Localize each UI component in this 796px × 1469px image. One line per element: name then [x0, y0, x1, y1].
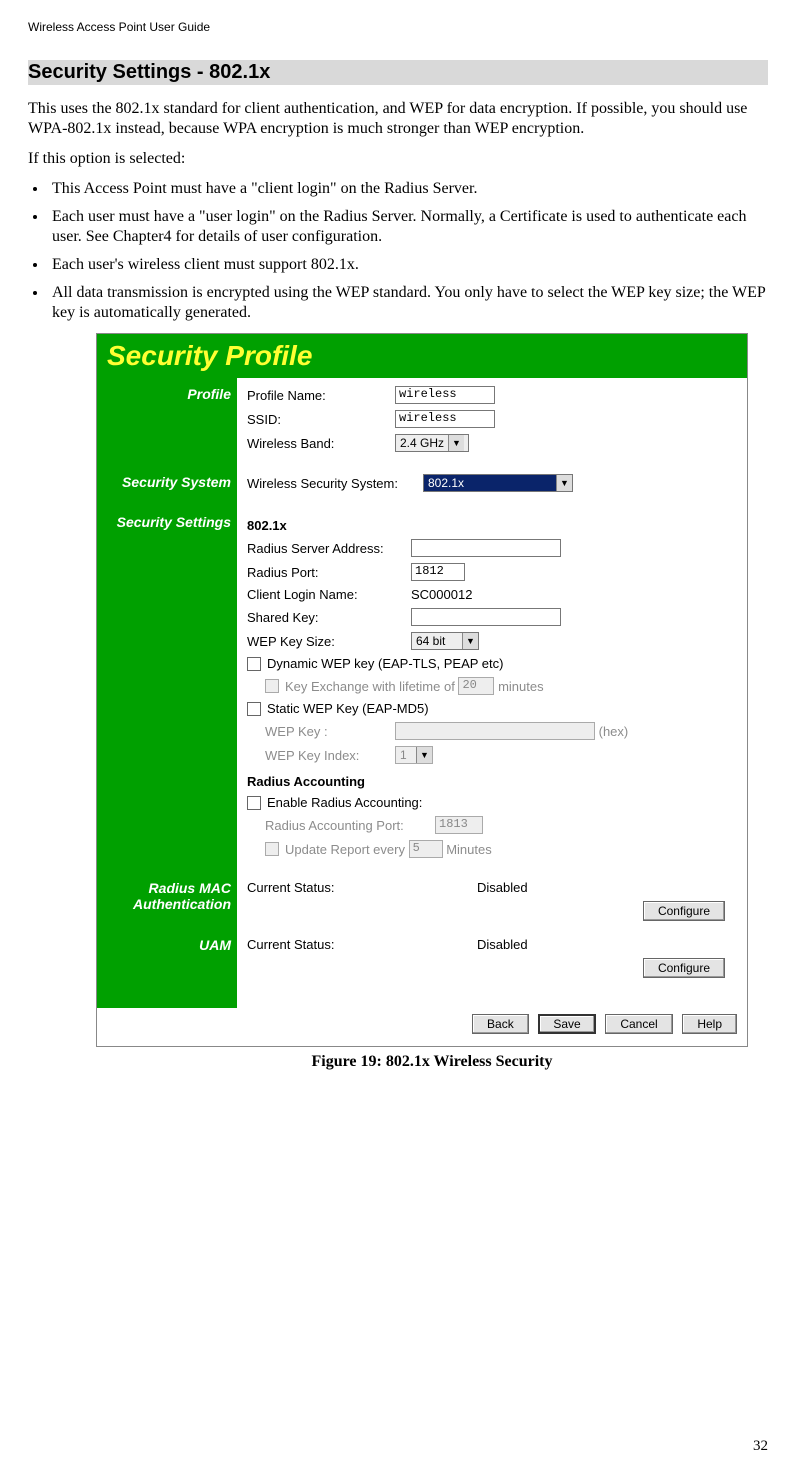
save-button[interactable]: Save	[538, 1014, 595, 1034]
key-exchange-input[interactable]: 20	[458, 677, 494, 695]
wireless-security-system-select[interactable]: 802.1x ▼	[423, 474, 573, 492]
radius-accounting-heading: Radius Accounting	[247, 774, 737, 789]
client-login-value: SC000012	[411, 587, 472, 602]
cancel-button[interactable]: Cancel	[605, 1014, 672, 1034]
security-profile-window: Security Profile Profile Profile Name: w…	[96, 333, 748, 1047]
sidebar-spacer	[97, 986, 237, 1008]
client-login-label: Client Login Name:	[247, 587, 411, 602]
key-exchange-label-post: minutes	[498, 679, 544, 694]
static-wep-label: Static WEP Key (EAP-MD5)	[267, 701, 429, 716]
chevron-down-icon: ▼	[448, 435, 464, 451]
bullet-item: This Access Point must have a "client lo…	[48, 179, 768, 199]
key-exchange-checkbox[interactable]	[265, 679, 279, 693]
ssid-label: SSID:	[247, 412, 395, 427]
enable-radius-accounting-checkbox[interactable]	[247, 796, 261, 810]
sidebar-label-security-settings: Security Settings	[97, 506, 237, 872]
sidebar-label-security-system: Security System	[97, 466, 237, 506]
bullet-item: All data transmission is encrypted using…	[48, 283, 768, 323]
wep-key-label: WEP Key :	[265, 724, 395, 739]
radius-address-input[interactable]	[411, 539, 561, 557]
uam-configure-button[interactable]: Configure	[643, 958, 725, 978]
help-button[interactable]: Help	[682, 1014, 737, 1034]
dynamic-wep-label: Dynamic WEP key (EAP-TLS, PEAP etc)	[267, 656, 503, 671]
chevron-down-icon: ▼	[462, 633, 478, 649]
update-report-checkbox[interactable]	[265, 842, 279, 856]
settings-heading: 802.1x	[247, 518, 737, 533]
wep-key-index-select[interactable]: 1 ▼	[395, 746, 433, 764]
update-report-label-post: Minutes	[446, 842, 492, 857]
running-head: Wireless Access Point User Guide	[28, 20, 768, 34]
radius-mac-configure-button[interactable]: Configure	[643, 901, 725, 921]
wep-size-label: WEP Key Size:	[247, 634, 411, 649]
intro-paragraph: This uses the 802.1x standard for client…	[28, 99, 768, 139]
dynamic-wep-checkbox[interactable]	[247, 657, 261, 671]
lead-line: If this option is selected:	[28, 149, 768, 169]
band-select[interactable]: 2.4 GHz ▼	[395, 434, 469, 452]
bullet-item: Each user must have a "user login" on th…	[48, 207, 768, 247]
wep-key-input[interactable]	[395, 722, 595, 740]
wep-key-index-label: WEP Key Index:	[265, 748, 395, 763]
figure-screenshot: Security Profile Profile Profile Name: w…	[96, 333, 768, 1071]
static-wep-checkbox[interactable]	[247, 702, 261, 716]
section-title: Security Settings - 802.1x	[28, 60, 768, 85]
page-number: 32	[753, 1438, 768, 1455]
shared-key-input[interactable]	[411, 608, 561, 626]
sidebar-label-uam: UAM	[97, 929, 237, 986]
radius-accounting-port-label: Radius Accounting Port:	[265, 818, 435, 833]
ssid-input[interactable]: wireless	[395, 410, 495, 428]
wireless-security-system-value: 802.1x	[428, 476, 464, 490]
uam-status-value: Disabled	[477, 937, 528, 952]
window-title: Security Profile	[97, 334, 747, 378]
key-exchange-label-pre: Key Exchange with lifetime of	[285, 679, 455, 694]
enable-radius-accounting-label: Enable Radius Accounting:	[267, 795, 422, 810]
sidebar-label-profile: Profile	[97, 378, 237, 466]
shared-key-label: Shared Key:	[247, 610, 411, 625]
figure-caption: Figure 19: 802.1x Wireless Security	[96, 1053, 768, 1071]
radius-mac-status-value: Disabled	[477, 880, 528, 895]
band-label: Wireless Band:	[247, 436, 395, 451]
back-button[interactable]: Back	[472, 1014, 529, 1034]
radius-address-label: Radius Server Address:	[247, 541, 411, 556]
update-report-label-pre: Update Report every	[285, 842, 405, 857]
chevron-down-icon: ▼	[416, 747, 432, 763]
update-report-input[interactable]: 5	[409, 840, 443, 858]
wep-size-value: 64 bit	[416, 634, 445, 648]
wep-key-hex-label: (hex)	[599, 724, 629, 739]
radius-accounting-port-input[interactable]: 1813	[435, 816, 483, 834]
bullet-item: Each user's wireless client must support…	[48, 255, 768, 275]
uam-status-label: Current Status:	[247, 937, 477, 952]
radius-port-input[interactable]: 1812	[411, 563, 465, 581]
sidebar-label-radius-mac: Radius MAC Authentication	[97, 872, 237, 929]
wep-size-select[interactable]: 64 bit ▼	[411, 632, 479, 650]
radius-mac-status-label: Current Status:	[247, 880, 477, 895]
profile-name-label: Profile Name:	[247, 388, 395, 403]
wireless-security-system-label: Wireless Security System:	[247, 476, 423, 491]
button-row: Back Save Cancel Help	[97, 1008, 747, 1046]
wep-key-index-value: 1	[400, 748, 407, 762]
bullet-list: This Access Point must have a "client lo…	[28, 179, 768, 323]
band-select-value: 2.4 GHz	[400, 436, 444, 450]
chevron-down-icon: ▼	[556, 475, 572, 491]
profile-name-input[interactable]: wireless	[395, 386, 495, 404]
radius-port-label: Radius Port:	[247, 565, 411, 580]
